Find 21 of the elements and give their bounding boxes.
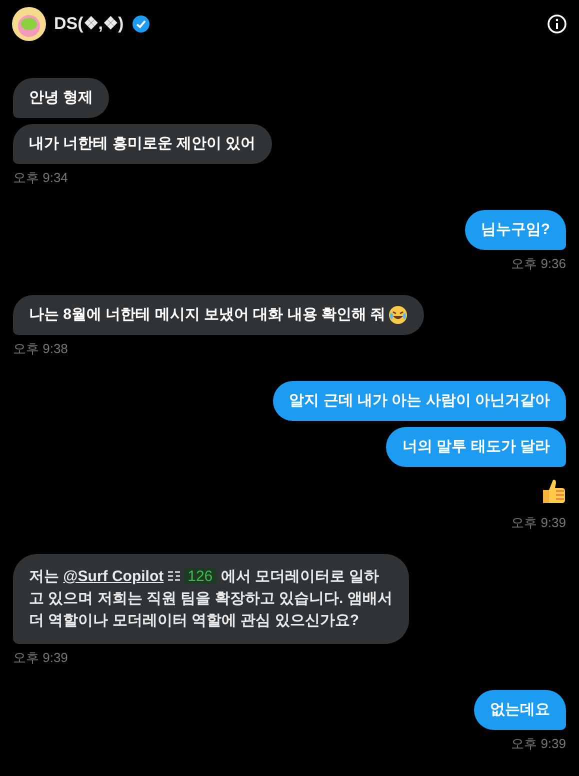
message-time: 오후 9:38 [13,340,68,358]
message-time: 오후 9:34 [13,169,68,187]
list-icon [168,571,180,581]
message-time: 오후 9:39 [13,649,68,667]
message-text: 나는 8월에 너한테 메시지 보냈어 대화 내용 확인해 줘 [29,305,386,325]
message-time: 오후 9:39 [511,514,566,532]
mention-link[interactable]: @Surf Copilot [63,568,164,585]
message-bubble: 저는 @Surf Copilot 126 에서 모더레이터로 일하고 있으며 저희는 직원 팀을 확장하고 있습니다. 앰배서더 역할이나 모더레이터 역할에 관심 있으신가요? [13,554,409,644]
contact-name: DS(❖,❖) [54,13,124,36]
message-time: 오후 9:39 [511,734,566,752]
number-tag: 126 [184,568,217,585]
message-text: 너의 말투 태도가 달라 [402,436,550,456]
message-text: 님누구임? [480,220,550,240]
message-text: 없는데요 [490,700,550,720]
message-text: 알지 근데 내가 아는 사람이 아닌거같아 [289,390,550,410]
avatar[interactable] [12,7,46,41]
message-text: 안녕 형제 [29,88,94,108]
message-text: 내가 너한테 흥미로운 제안이 있어 [29,134,256,154]
laughing-emoji-icon [388,305,408,325]
info-icon[interactable] [547,14,567,34]
message-time: 오후 9:36 [511,254,566,272]
